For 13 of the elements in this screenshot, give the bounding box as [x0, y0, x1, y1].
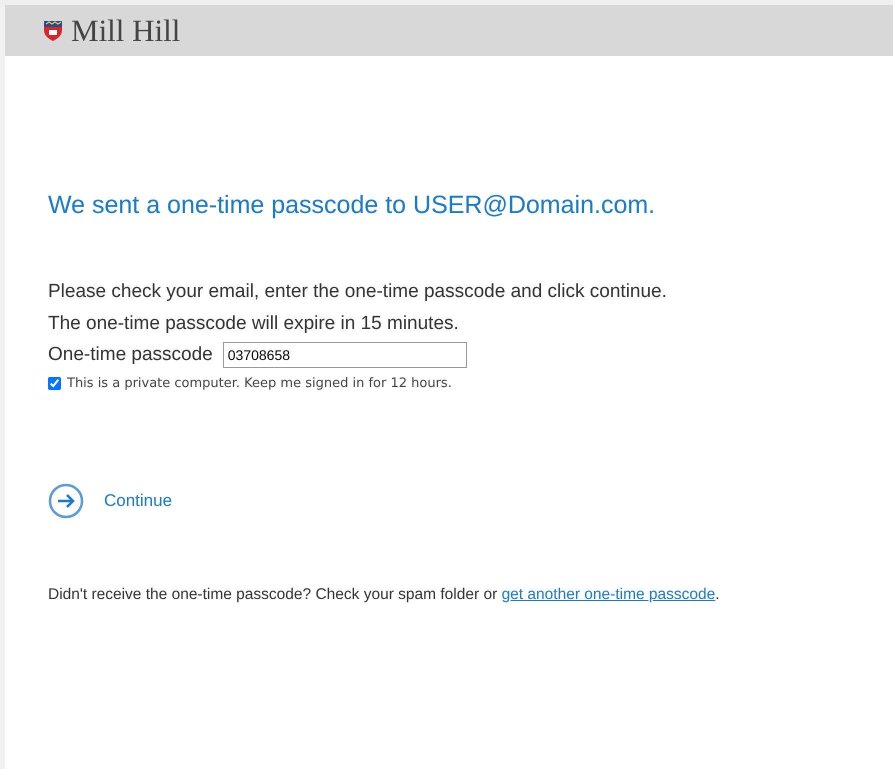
page-heading: We sent a one-time passcode to USER@Domain.com. [48, 191, 656, 220]
checkbox-label: This is a private computer. Keep me signed in for 12 hours. [67, 376, 452, 391]
keep-signed-in-checkbox[interactable] [48, 377, 61, 390]
continue-button[interactable]: Continue [48, 483, 172, 519]
passcode-field[interactable]: 03708658 [222, 342, 467, 368]
arrow-circle-icon [48, 483, 84, 519]
logo-text: Mill Hill [71, 12, 180, 48]
instruction-text: The one-time passcode will expire in 15 minutes. [48, 312, 460, 336]
field-label: One-time passcode [48, 344, 213, 366]
help-text: Didn't receive the one-time passcode? Check your spam folder or get another one-time passcode. [48, 585, 721, 605]
resend-link[interactable]: get another one-time passcode [502, 586, 716, 603]
crest-icon [43, 20, 63, 42]
instruction-text: Please check your email, enter the one-time passcode and click continue. [48, 280, 668, 304]
